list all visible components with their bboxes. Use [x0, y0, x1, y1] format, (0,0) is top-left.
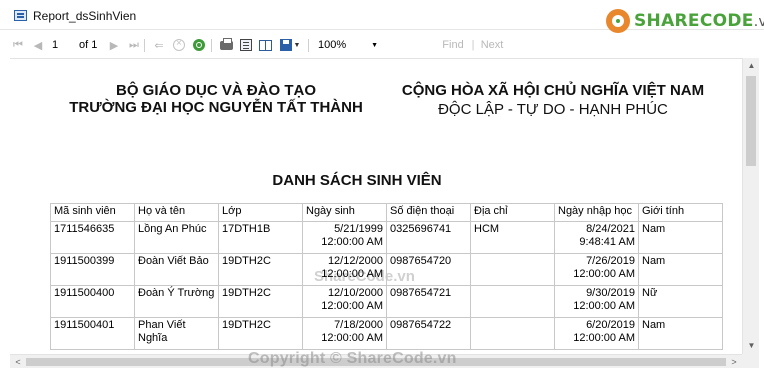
page-count-label: of 1 [79, 39, 98, 51]
university-name: TRƯỜNG ĐẠI HỌC NGUYỄN TẤT THÀNH [69, 99, 363, 116]
phone-cell: 0325696741 [386, 221, 471, 254]
scrollbar-corner [742, 354, 759, 368]
find-link[interactable]: Find [441, 38, 465, 52]
next-page-icon[interactable]: ▶ [108, 38, 120, 52]
page-number-input[interactable]: 1 [52, 38, 72, 52]
gender-cell: Nam [638, 221, 723, 254]
first-page-icon[interactable]: ⏮ [12, 38, 24, 52]
table-row: 1911500399 Đoàn Viết Bảo 19DTH2C 12/12/2… [50, 253, 723, 286]
back-to-parent-icon[interactable]: ⇐ [153, 38, 165, 52]
enroll-date-cell: 6/20/2019 12:00:00 AM [554, 317, 639, 350]
chevron-down-icon: ▼ [371, 41, 378, 49]
class-cell: 19DTH2C [218, 253, 303, 286]
scroll-right-icon[interactable]: > [728, 355, 740, 369]
gender-cell: Nam [638, 317, 723, 350]
chevron-down-icon: ▼ [293, 41, 301, 49]
national-header: CỘNG HÒA XÃ HỘI CHỦ NGHĨA VIỆT NAM ĐỘC L… [396, 82, 710, 118]
student-name-cell: Đoàn Ý Trường [134, 285, 219, 318]
phone-cell: 0987654720 [386, 253, 471, 286]
column-header: Ngày sinh [302, 203, 387, 222]
table-header-row: Mã sinh viên Họ và tên Lớp Ngày sinh Số … [50, 203, 723, 222]
scroll-thumb[interactable] [746, 76, 756, 166]
report-viewport: BỘ GIÁO DỤC VÀ ĐÀO TẠO TRƯỜNG ĐẠI HỌC NG… [10, 58, 742, 354]
student-name-cell: Lồng An Phúc [134, 221, 219, 254]
report-toolbar: ⏮ ◀ 1 of 1 ▶ ⏭ ⇐ ▼ 100% ▼ Find | Next [0, 34, 764, 56]
copyright-watermark: Copyright © ShareCode.vn [248, 350, 457, 367]
table-row: 1711546635 Lồng An Phúc 17DTH1B 5/21/199… [50, 221, 723, 254]
brand-suffix: .vn [753, 14, 764, 30]
find-next-link[interactable]: Next [480, 38, 504, 52]
refresh-icon[interactable] [192, 38, 206, 52]
phone-cell: 0987654722 [386, 317, 471, 350]
birthdate-cell: 7/18/2000 12:00:00 AM [302, 317, 387, 350]
column-header: Giới tính [638, 203, 723, 222]
class-cell: 17DTH1B [218, 221, 303, 254]
student-id-cell: 1911500399 [50, 253, 135, 286]
column-header: Họ và tên [134, 203, 219, 222]
scroll-down-icon[interactable]: ▼ [743, 340, 760, 352]
student-id-cell: 1911500401 [50, 317, 135, 350]
zoom-value: 100% [318, 39, 347, 51]
last-page-icon[interactable]: ⏭ [128, 38, 140, 52]
column-header: Lớp [218, 203, 303, 222]
class-cell: 19DTH2C [218, 285, 303, 318]
report-title: DANH SÁCH SINH VIÊN [272, 172, 442, 189]
print-layout-icon[interactable] [239, 38, 253, 52]
column-header: Ngày nhập học [554, 203, 639, 222]
address-cell [470, 317, 555, 350]
student-table: Mã sinh viên Họ và tên Lớp Ngày sinh Số … [50, 203, 723, 350]
column-header: Mã sinh viên [50, 203, 135, 222]
page-setup-icon[interactable] [258, 38, 272, 52]
birthdate-cell: 12/12/2000 12:00:00 AM [302, 253, 387, 286]
toolbar-divider [211, 39, 212, 52]
stop-rendering-icon[interactable] [172, 38, 186, 52]
enroll-date-cell: 7/26/2019 12:00:00 AM [554, 253, 639, 286]
class-cell: 19DTH2C [218, 317, 303, 350]
window-title: Report_dsSinhVien [33, 9, 137, 23]
column-header: Số điện thoại [386, 203, 471, 222]
student-name-cell: Đoàn Viết Bảo [134, 253, 219, 286]
ministry-header: BỘ GIÁO DỤC VÀ ĐÀO TẠO TRƯỜNG ĐẠI HỌC NG… [48, 82, 384, 116]
find-next-separator: | [471, 39, 475, 51]
vertical-scrollbar[interactable]: ▲ ▼ [742, 58, 759, 354]
student-id-cell: 1911500400 [50, 285, 135, 318]
brand-name: SHARECODE [634, 11, 754, 31]
gender-cell: Nữ [638, 285, 723, 318]
zoom-select[interactable]: 100% ▼ [318, 38, 378, 52]
toolbar-divider [308, 39, 309, 52]
student-id-cell: 1711546635 [50, 221, 135, 254]
column-header: Địa chỉ [470, 203, 555, 222]
address-cell [470, 253, 555, 286]
toolbar-divider [144, 39, 145, 52]
export-icon[interactable]: ▼ [279, 38, 301, 52]
birthdate-cell: 5/21/1999 12:00:00 AM [302, 221, 387, 254]
birthdate-cell: 12/10/2000 12:00:00 AM [302, 285, 387, 318]
country-name: CỘNG HÒA XÃ HỘI CHỦ NGHĨA VIỆT NAM [401, 82, 705, 99]
table-row: 1911500401 Phan Viết Nghĩa 19DTH2C 7/18/… [50, 317, 723, 350]
national-motto: ĐỘC LẬP - TỰ DO - HẠNH PHÚC [438, 101, 668, 118]
table-row: 1911500400 Đoàn Ý Trường 19DTH2C 12/10/2… [50, 285, 723, 318]
phone-cell: 0987654721 [386, 285, 471, 318]
previous-page-icon[interactable]: ◀ [32, 38, 44, 52]
brand-logo: SHARECODE.vn [606, 8, 764, 34]
ministry-name: BỘ GIÁO DỤC VÀ ĐÀO TẠO [115, 82, 316, 99]
gender-cell: Nam [638, 253, 723, 286]
print-icon[interactable] [219, 37, 233, 52]
sharecode-logo-icon [606, 9, 630, 33]
student-name-cell: Phan Viết Nghĩa [134, 317, 219, 350]
app-icon [14, 10, 27, 21]
address-cell: HCM [470, 221, 555, 254]
enroll-date-cell: 9/30/2019 12:00:00 AM [554, 285, 639, 318]
scroll-up-icon[interactable]: ▲ [743, 60, 760, 72]
enroll-date-cell: 8/24/2021 9:48:41 AM [554, 221, 639, 254]
scroll-left-icon[interactable]: < [12, 355, 24, 369]
address-cell [470, 285, 555, 318]
